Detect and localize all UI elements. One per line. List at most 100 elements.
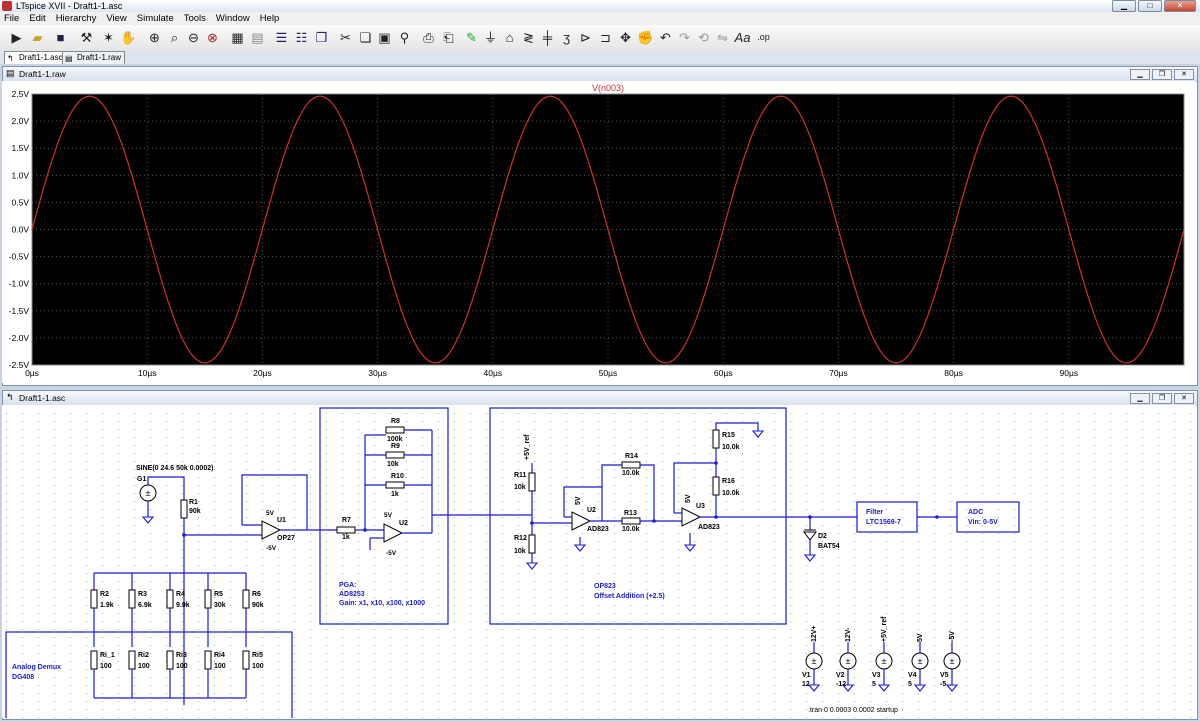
source-name-label: G1 xyxy=(137,476,146,483)
waveform-window-titlebar: ▤ Draft1-1.raw ▁ ❐ ✕ xyxy=(3,67,1197,82)
draw-wire-icon[interactable]: ✎ xyxy=(463,29,480,46)
r1-name: R1 xyxy=(189,499,198,506)
menu-file[interactable]: File xyxy=(4,12,19,25)
waveform-close-button[interactable]: ✕ xyxy=(1174,69,1194,80)
r14-value: 10.0k xyxy=(622,470,640,477)
schematic-restore-button[interactable]: ❐ xyxy=(1152,393,1172,404)
menu-view[interactable]: View xyxy=(106,12,126,25)
menu-tools[interactable]: Tools xyxy=(184,12,206,25)
menu-hierarchy[interactable]: Hierarchy xyxy=(56,12,97,25)
zoom-in-icon[interactable]: ⊕ xyxy=(146,29,163,46)
save-icon[interactable]: ■ xyxy=(52,29,69,46)
tile-vertical-icon[interactable]: ☷ xyxy=(293,29,310,46)
junction-dot xyxy=(714,515,718,519)
u1-vpos: 5V xyxy=(266,510,275,517)
x-tick-label: 80µs xyxy=(944,368,963,378)
u2-name: U2 xyxy=(587,507,596,514)
tab-schematic[interactable]: ↰ Draft1-1.asc xyxy=(4,51,67,64)
capacitor-icon[interactable]: ╪ xyxy=(539,29,556,46)
pan-icon[interactable]: ⌕ xyxy=(166,29,183,46)
schematic-canvas[interactable]: SINE(0 24.6 50k 0.0002)G1±R190kU1OP275V-… xyxy=(2,405,1196,718)
resistor-r8-icon xyxy=(385,426,405,434)
waveform-plot[interactable]: 2.5V 2.0V 1.5V 1.0V 0.5V 0.0V -0.5V -1.0V -1.5V -… xyxy=(2,81,1196,383)
supply-net-label: +5V_ref xyxy=(881,616,888,642)
resistor-r3-icon xyxy=(128,589,136,609)
divider-value: 6.9k xyxy=(138,602,152,609)
zoom-fit-icon[interactable]: ⊗ xyxy=(204,29,221,46)
new-schematic-icon[interactable]: ▶ xyxy=(8,29,25,46)
y-tick-label: -1.0V xyxy=(9,279,30,289)
cut-icon[interactable]: ✂ xyxy=(337,29,354,46)
rotate-icon[interactable]: ⟲ xyxy=(695,29,712,46)
find-icon[interactable]: ⚲ xyxy=(396,29,413,46)
print-icon[interactable]: ⎙ xyxy=(420,29,437,46)
demux-res-value: 100 xyxy=(214,663,226,670)
text-icon[interactable]: Aa xyxy=(734,29,751,46)
halt-icon[interactable]: ✋ xyxy=(120,29,137,46)
waveform-window-title: Draft1-1.raw xyxy=(19,69,66,79)
menu-window[interactable]: Window xyxy=(216,12,250,25)
mirror-icon[interactable]: ⇋ xyxy=(714,29,731,46)
divider-value: 1.9k xyxy=(100,602,114,609)
source-polarity-icon: ± xyxy=(918,656,923,666)
diode-icon[interactable]: ⊳ xyxy=(577,29,594,46)
x-tick-label: 90µs xyxy=(1059,368,1078,378)
open-icon[interactable]: ▰ xyxy=(29,29,46,46)
supply-name: V3 xyxy=(872,672,881,679)
resistor-ri2-icon xyxy=(128,650,136,670)
waveform-restore-button[interactable]: ❐ xyxy=(1152,69,1172,80)
resistor-r4-icon xyxy=(166,589,174,609)
menu-help[interactable]: Help xyxy=(260,12,280,25)
supply-value: -5 xyxy=(940,681,946,688)
tile-horizontal-icon[interactable]: ☰ xyxy=(273,29,290,46)
x-tick-label: 70µs xyxy=(829,368,848,378)
offset-label-line: OP823 xyxy=(594,583,616,590)
tab-waveform[interactable]: ▤ Draft1-1.raw xyxy=(62,51,126,64)
run-icon[interactable]: ✶ xyxy=(100,29,117,46)
cascade-icon[interactable]: ❐ xyxy=(313,29,330,46)
fft-icon[interactable]: ▤ xyxy=(249,29,266,46)
control-panel-icon[interactable]: ⚒ xyxy=(78,29,95,46)
pga-amp-neg: -5V xyxy=(386,550,397,557)
print-preview-icon[interactable]: ⎗ xyxy=(440,29,457,46)
toolbar: ▶ ▰ ■ ⚒ ✶ ✋ ⊕ ⌕ ⊖ ⊗ ▦ ▤ ☰ ☷ ❐ ✂ ❏ ▣ ⚲ ⎙ … xyxy=(0,25,1200,51)
filter-label-line: Filter xyxy=(866,509,883,516)
paste-icon[interactable]: ▣ xyxy=(376,29,393,46)
resistor-ri5-icon xyxy=(242,650,250,670)
close-button[interactable]: ✕ xyxy=(1164,0,1196,12)
move-icon[interactable]: ✥ xyxy=(617,29,634,46)
copy-icon[interactable]: ❏ xyxy=(357,29,374,46)
resistor-icon[interactable]: ≷ xyxy=(520,29,537,46)
divider-name: R4 xyxy=(176,591,185,598)
label-net-icon[interactable]: ⌂ xyxy=(501,29,518,46)
waveform-minimize-button[interactable]: ▁ xyxy=(1130,69,1150,80)
ground-icon[interactable]: ⏚ xyxy=(482,29,499,46)
resistor-r2-icon xyxy=(90,589,98,609)
schematic-close-button[interactable]: ✕ xyxy=(1174,393,1194,404)
spice-directive-icon[interactable]: .op xyxy=(755,29,772,46)
r8-value: 100k xyxy=(387,436,403,443)
divider-value: 90k xyxy=(252,602,264,609)
menu-edit[interactable]: Edit xyxy=(29,12,45,25)
junction-dot xyxy=(935,515,939,519)
redo-icon[interactable]: ↷ xyxy=(676,29,693,46)
component-icon[interactable]: ⊐ xyxy=(597,29,614,46)
filter-label-line: LTC1569-7 xyxy=(866,519,901,526)
minimize-button[interactable]: ▁ xyxy=(1112,0,1136,12)
zoom-out-icon[interactable]: ⊖ xyxy=(185,29,202,46)
supply-value: 5 xyxy=(908,681,912,688)
undo-icon[interactable]: ↶ xyxy=(657,29,674,46)
menu-simulate[interactable]: Simulate xyxy=(137,12,174,25)
schematic-minimize-button[interactable]: ▁ xyxy=(1130,393,1150,404)
r15-value: 10.0k xyxy=(722,444,740,451)
inductor-icon[interactable]: ʒ xyxy=(558,29,575,46)
drag-icon[interactable]: ✊ xyxy=(637,29,654,46)
pga-amp-pos: 5V xyxy=(384,512,393,519)
divider-value: 9.9k xyxy=(176,602,190,609)
autorange-icon[interactable]: ▦ xyxy=(229,29,246,46)
menu-bar: File Edit Hierarchy View Simulate Tools … xyxy=(0,12,1200,25)
demux-res-name: Ri4 xyxy=(214,652,225,659)
r7-name: R7 xyxy=(342,517,351,524)
maximize-button[interactable]: □ xyxy=(1138,0,1162,12)
supply-value: 5 xyxy=(872,681,876,688)
